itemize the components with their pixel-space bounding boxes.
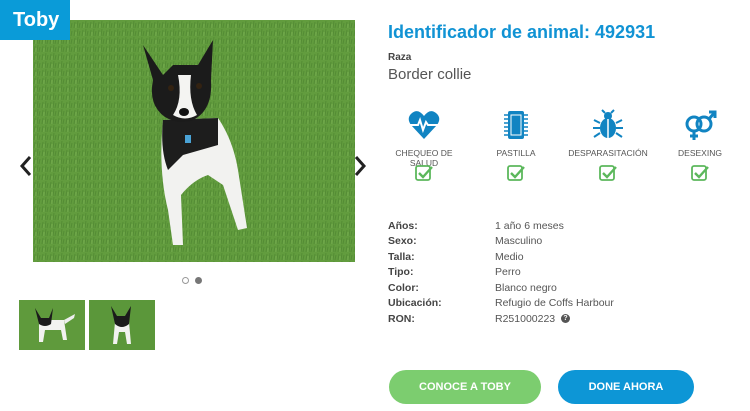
detail-value: Refugio de Coffs Harbour (495, 297, 614, 310)
detail-key: Ubicación: (388, 297, 442, 310)
breed-value: Border collie (388, 66, 472, 83)
detail-row-size: Talla: Medio (388, 249, 728, 265)
detail-row-age: Años: 1 año 6 meses (388, 218, 728, 234)
thumbnail-image (19, 300, 85, 350)
detail-value: Perro (495, 266, 521, 279)
care-label: DESPARASITACIÓN (568, 148, 648, 158)
detail-key: RON: (388, 312, 415, 325)
detail-row-location: Ubicación: Refugio de Coffs Harbour (388, 296, 728, 312)
care-deworming: DESPARASITACIÓN (568, 108, 648, 182)
checkbox-checked-icon (691, 165, 709, 181)
care-label: PASTILLA (496, 148, 536, 158)
heart-pulse-icon (408, 111, 440, 139)
detail-key: Sexo: (388, 235, 417, 248)
meet-pet-button[interactable]: CONOCE A TOBY (389, 370, 541, 404)
detail-value: 1 año 6 meses (495, 219, 564, 232)
carousel-dots (182, 277, 202, 284)
detail-key: Años: (388, 219, 418, 232)
detail-value: Medio (495, 250, 524, 263)
detail-key: Color: (388, 281, 419, 294)
detail-key: Talla: (388, 250, 415, 263)
thumbnail-1[interactable] (19, 300, 85, 350)
microchip-icon (504, 111, 528, 139)
checkbox-checked-icon (507, 165, 525, 181)
detail-row-ron: RON: R251000223 ? (388, 311, 728, 327)
detail-row-type: Tipo: Perro (388, 265, 728, 281)
detail-value: Masculino (495, 235, 543, 248)
pet-details: Años: 1 año 6 meses Sexo: Masculino Tall… (388, 218, 728, 327)
detail-value: R251000223 ? (495, 312, 571, 325)
detail-row-sex: Sexo: Masculino (388, 234, 728, 250)
gender-icon (685, 110, 717, 140)
thumbnail-2[interactable] (89, 300, 155, 350)
photo-carousel[interactable] (33, 20, 355, 262)
detail-value: Blanco negro (495, 281, 557, 294)
detail-row-color: Color: Blanco negro (388, 280, 728, 296)
care-label: CHEQUEO DE SALUD (395, 148, 453, 168)
ron-value: R251000223 (495, 312, 556, 325)
dog-photo (33, 20, 355, 262)
detail-key: Tipo: (388, 266, 414, 279)
donate-now-button[interactable]: DONE AHORA (558, 370, 694, 404)
carousel-prev-arrow[interactable] (18, 154, 34, 178)
care-microchip: PASTILLA (476, 108, 556, 182)
carousel-dot-2[interactable] (195, 277, 202, 284)
checkbox-checked-icon (599, 165, 617, 181)
help-icon[interactable]: ? (561, 314, 571, 324)
checkbox-checked-icon (415, 165, 433, 181)
care-label: DESEXING (678, 148, 722, 158)
breed-label: Raza (388, 52, 412, 63)
care-health-check: CHEQUEO DE SALUD (384, 108, 464, 182)
carousel-next-arrow[interactable] (352, 154, 368, 178)
bug-icon (593, 109, 623, 138)
thumbnail-image (89, 300, 155, 350)
care-desexing: DESEXING (660, 108, 740, 182)
pet-name-badge: Toby (0, 0, 70, 40)
animal-id-title: Identificador de animal: 492931 (388, 22, 656, 42)
carousel-dot-1[interactable] (182, 277, 189, 284)
